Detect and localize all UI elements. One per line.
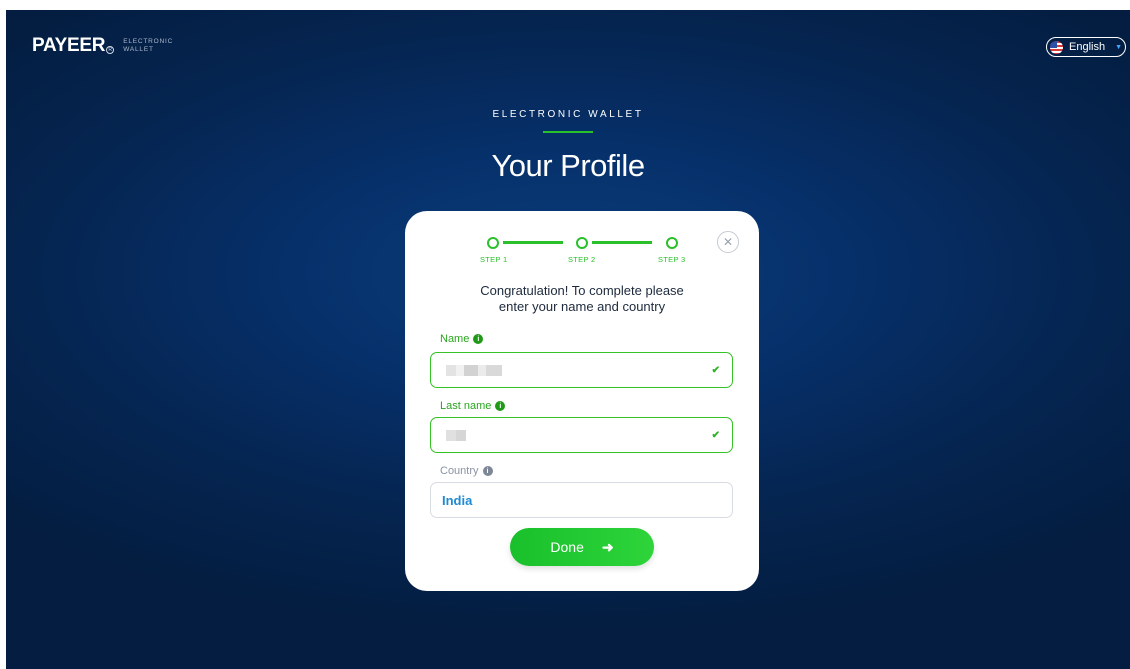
name-label: Name i bbox=[440, 333, 484, 345]
country-select[interactable]: India bbox=[430, 482, 733, 518]
registered-mark-icon: R bbox=[106, 46, 115, 54]
language-selector[interactable]: English ▼ bbox=[1046, 37, 1126, 57]
check-icon: ✔ bbox=[711, 365, 720, 376]
step-progress: STEP 1 STEP 2 STEP 3 bbox=[471, 235, 691, 265]
eyebrow-divider bbox=[543, 131, 593, 133]
check-icon: ✔ bbox=[711, 430, 720, 441]
arrow-right-icon: ➜ bbox=[601, 538, 614, 555]
close-icon: ✕ bbox=[722, 235, 734, 249]
country-label-text: Country bbox=[440, 465, 479, 477]
logo-wordmark: PAYEER bbox=[32, 35, 106, 56]
page-eyebrow: ELECTRONIC WALLET bbox=[492, 109, 644, 120]
page-title: Your Profile bbox=[491, 148, 645, 183]
logo-subtitle: ELECTRONIC WALLET bbox=[123, 38, 173, 54]
intro-line-1: Congratulation! To complete please bbox=[480, 283, 684, 298]
page-background: PAYEER R ELECTRONIC WALLET English ▼ ELE… bbox=[6, 10, 1130, 669]
name-input[interactable]: ✔ bbox=[430, 352, 733, 388]
info-icon[interactable]: i bbox=[473, 334, 484, 344]
payeer-logo[interactable]: PAYEER R ELECTRONIC WALLET bbox=[32, 35, 173, 57]
step-connector-1 bbox=[503, 241, 563, 244]
last-name-input[interactable]: ✔ bbox=[430, 417, 733, 453]
country-label: Country i bbox=[440, 465, 493, 477]
step-1-label: STEP 1 bbox=[480, 255, 508, 264]
step-2-label: STEP 2 bbox=[568, 255, 596, 264]
language-label: English bbox=[1069, 41, 1106, 53]
intro-line-2: enter your name and country bbox=[498, 299, 666, 314]
close-button[interactable]: ✕ bbox=[717, 231, 739, 253]
name-label-text: Name bbox=[440, 333, 470, 345]
step-3-label: STEP 3 bbox=[658, 255, 686, 264]
masked-last-name-value bbox=[446, 429, 466, 441]
done-button-label: Done bbox=[550, 539, 584, 555]
step-connector-2 bbox=[592, 241, 652, 244]
info-icon[interactable]: i bbox=[495, 401, 506, 411]
step-1-dot bbox=[487, 237, 499, 249]
last-name-label: Last name i bbox=[440, 400, 506, 412]
step-3-dot bbox=[666, 237, 678, 249]
last-name-label-text: Last name bbox=[440, 400, 492, 412]
logo-subtitle-line1: ELECTRONIC bbox=[123, 38, 174, 45]
logo-subtitle-line2: WALLET bbox=[123, 46, 154, 53]
country-value: India bbox=[442, 492, 473, 508]
step-2-dot bbox=[576, 237, 588, 249]
chevron-down-icon: ▼ bbox=[1115, 43, 1123, 51]
masked-name-value bbox=[446, 364, 502, 376]
info-icon[interactable]: i bbox=[482, 466, 493, 476]
profile-card: STEP 1 STEP 2 STEP 3 ✕ Congratulation! T… bbox=[405, 211, 759, 591]
us-flag-icon bbox=[1050, 40, 1063, 54]
done-button[interactable]: Done ➜ bbox=[510, 528, 654, 566]
intro-text: Congratulation! To complete please enter… bbox=[435, 283, 729, 315]
